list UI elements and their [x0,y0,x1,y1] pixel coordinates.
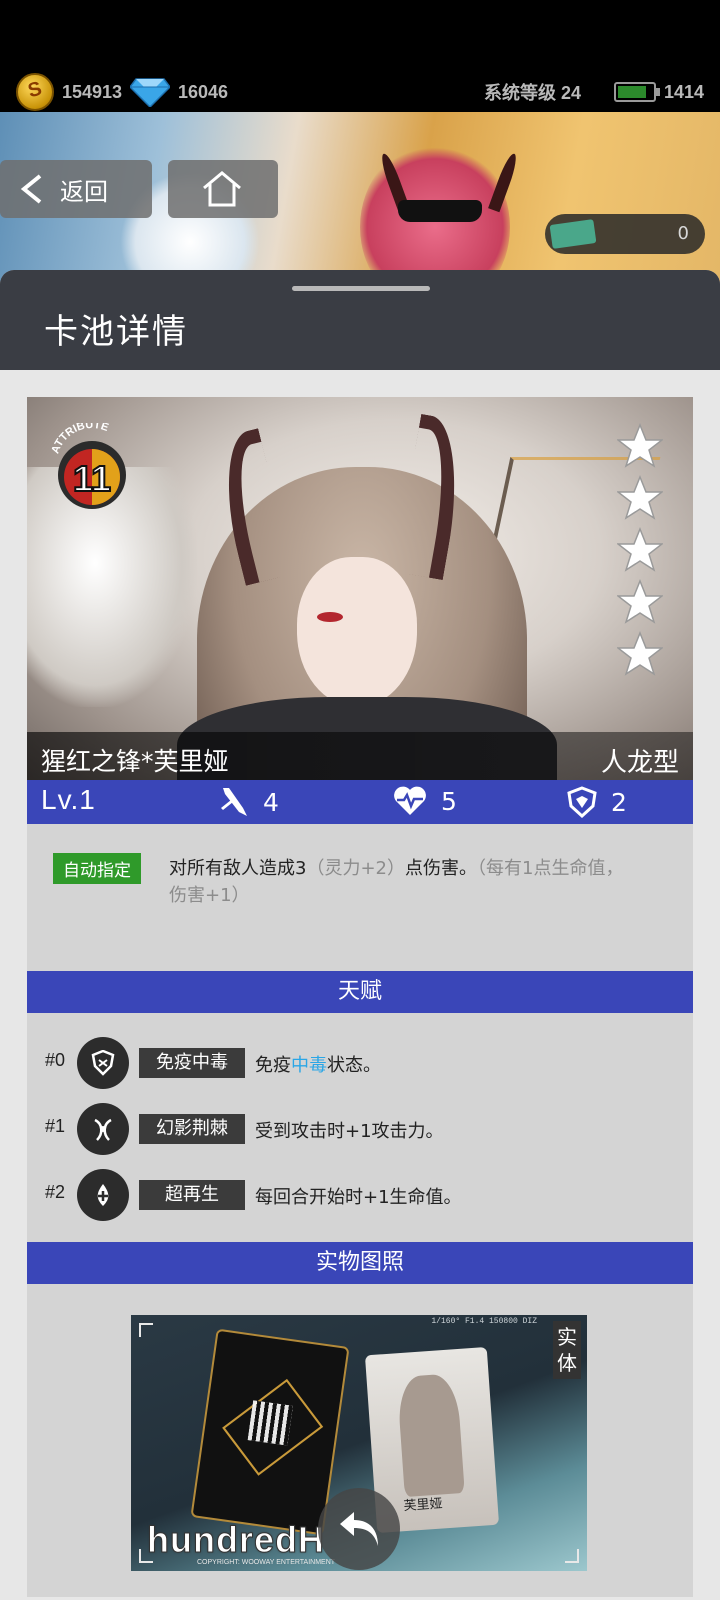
coin-amount: 154913 [62,81,123,102]
health-stat: 5 [393,786,457,816]
copyright-text: COPYRIGHT: WOOWAY ENTERTAINMENT [197,1559,336,1566]
talent-desc-before: 每回合开始时+1生命值。 [255,1187,462,1208]
gold-coin-icon [16,73,54,111]
undo-arrow-icon [340,1512,378,1546]
star-icon [615,474,665,520]
skill-text-bonus: （灵力+2） [306,858,405,879]
talent-row-1: #1 幻影荆棘 受到攻击时+1攻击力。 [45,1103,645,1155]
gem-amount: 16046 [178,81,229,102]
system-level-label: 系统等级 24 [484,83,582,103]
talent-row-2: #2 超再生 每回合开始时+1生命值。 [45,1169,645,1221]
shield-icon [77,1037,129,1089]
regen-icon [77,1169,129,1221]
photo-header: 实物图照 [27,1242,693,1284]
sword-icon [221,788,247,816]
battery-icon [614,82,660,102]
photo-specs: 1/160° F1.4 150800 DIZ [431,1317,537,1326]
talent-desc-before: 受到攻击时+1攻击力。 [255,1121,444,1142]
talent-desc-after: 状态。 [327,1055,381,1076]
star-icon [615,630,665,676]
health-value: 5 [441,786,457,816]
talents-header: 天赋 [27,971,693,1013]
undo-button[interactable] [318,1488,400,1570]
talent-desc: 受到攻击时+1攻击力。 [255,1117,444,1143]
talent-name: 幻影荆棘 [139,1114,245,1144]
home-button[interactable] [168,160,278,218]
name-strip: 猩红之锋*芙里娅 人龙型 [27,732,693,782]
diamond-icon [130,78,170,107]
ticket-counter: 0 [545,214,705,254]
physical-badge: 实体 [553,1321,581,1379]
ticket-icon [549,219,597,249]
ticket-count: 0 [677,223,689,244]
qr-code [247,1400,293,1446]
back-label: 返回 [60,177,108,206]
talent-index: #0 [45,1050,66,1070]
skill-text: 对所有敌人造成3（灵力+2）点伤害。（每有1点生命值，伤害+1） [169,855,629,909]
chevron-left-icon [20,174,42,204]
talent-desc: 免疫中毒状态。 [255,1051,381,1077]
stat-bar: Lv.1 4 5 2 [27,780,693,824]
talent-index: #1 [45,1116,66,1136]
brand-logo: hundredH [147,1519,325,1561]
attribute-value: 11 [73,458,111,499]
shield-icon [567,786,597,818]
card-caption: 芙里娅 [403,1496,444,1515]
rarity-stars [615,422,671,683]
star-icon [615,526,665,572]
talent-desc-highlight: 中毒 [291,1055,327,1076]
level-label: Lv.1 [41,784,96,815]
talent-name: 免疫中毒 [139,1048,245,1078]
drag-handle[interactable] [292,286,430,291]
status-bar: 154913 16046 系统等级 24 1414 [0,0,720,118]
auto-target-tag: 自动指定 [53,853,141,884]
talent-name: 超再生 [139,1180,245,1210]
coin-counter: 154913 [16,72,122,112]
energy-amount: 1414 [664,81,705,102]
skill-text-main: 对所有敌人造成3 [169,858,307,879]
sheet-header: 卡池详情 [0,270,720,370]
pool-details-sheet: 卡池详情 ATTRIBUTE 11 猩红之锋*芙里娅 人龙型 Lv.1 4 5 … [0,270,720,1600]
attack-value: 4 [263,787,279,817]
skill-text-after: 点伤害。 [405,858,477,879]
sheet-title: 卡池详情 [44,312,188,352]
gem-counter: 16046 [130,72,228,112]
back-button[interactable]: 返回 [0,160,152,218]
character-type: 人龙型 [600,748,679,778]
talent-row-0: #0 免疫中毒 免疫中毒状态。 [45,1037,645,1089]
thorn-icon [77,1103,129,1155]
talent-desc-before: 免疫 [255,1055,291,1076]
energy-counter: 1414 [614,72,704,112]
character-name: 猩红之锋*芙里娅 [41,747,229,776]
system-level: 系统等级 24 [484,72,581,112]
attack-stat: 4 [219,786,279,818]
defense-value: 2 [611,787,627,817]
character-card: ATTRIBUTE 11 猩红之锋*芙里娅 人龙型 Lv.1 4 5 2 自动指… [27,397,693,1597]
heart-icon [394,786,426,815]
star-icon [615,578,665,624]
home-icon [203,171,241,207]
talent-desc: 每回合开始时+1生命值。 [255,1183,462,1209]
star-icon [615,422,665,468]
talent-index: #2 [45,1182,66,1202]
character-art: ATTRIBUTE 11 猩红之锋*芙里娅 人龙型 [27,397,693,787]
attribute-badge: ATTRIBUTE 11 [49,423,126,509]
defense-stat: 2 [567,786,627,818]
